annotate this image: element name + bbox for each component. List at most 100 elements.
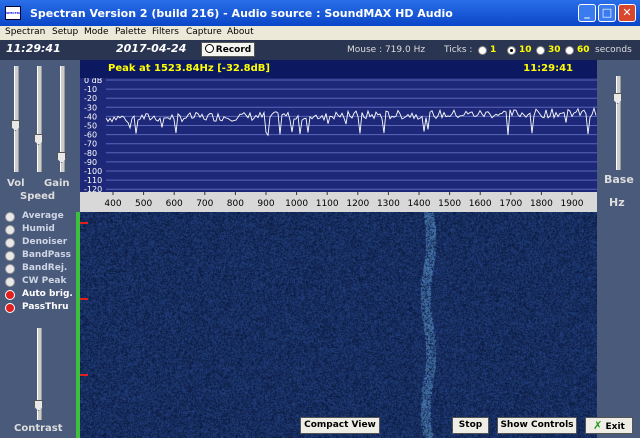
freq-tick-label: 900 [257,199,274,209]
filter-toggle-icon[interactable] [5,238,15,248]
vol-slider[interactable] [14,66,19,172]
tick-label-60: 60 [577,45,590,55]
waterfall-tick-mark [80,298,88,300]
menu-setup[interactable]: Setup [52,27,78,37]
filter-toggle-icon[interactable] [5,277,15,287]
vol-label: Vol [7,178,25,189]
maximize-button[interactable]: □ [598,4,616,22]
freq-tick-label: 700 [196,199,213,209]
db-tick-label: -80 [84,149,97,158]
clock-date: 2017-04-24 [116,42,187,55]
close-button[interactable]: ✕ [618,4,636,22]
frequency-axis: 400 500 600 700 800 900 1000 1100 1200 1300 1400 15… [80,192,597,212]
record-icon [204,44,214,53]
title-bar: SPECTRAN Spectran Version 2 (build 216) … [0,0,640,26]
menu-mode[interactable]: Mode [84,27,109,37]
exit-label: Exit [605,422,625,432]
spectrum-display[interactable]: 0 dB -10 -20 -30 -40 -50 -60 -70 -80 -90 -100 -110-… [80,60,597,192]
menu-filters[interactable]: Filters [152,27,179,37]
freq-tick-label: 1100 [316,199,339,209]
stop-button[interactable]: Stop [452,417,489,434]
tick-radio-60[interactable] [565,46,574,55]
filter-label: Denoiser [22,237,68,247]
filter-label: Humid [22,224,55,234]
clock-time: 11:29:41 [6,42,61,55]
waterfall-tick-mark [80,374,88,376]
show-controls-button[interactable]: Show Controls [497,417,577,434]
freq-tick-label: 1900 [561,199,584,209]
tick-radio-1[interactable] [478,46,487,55]
peak-readout: Peak at 1523.84Hz [-32.8dB] [108,63,270,74]
base-slider[interactable] [616,76,621,170]
seconds-label: seconds [595,45,632,55]
db-tick-label: -70 [84,140,97,149]
gain-label: Gain [44,178,70,189]
window-title: Spectran Version 2 (build 216) - Audio s… [30,7,453,20]
db-tick-label: -20 [84,94,97,103]
tick-radio-30[interactable] [536,46,545,55]
tick-radio-10[interactable] [507,46,516,55]
filter-label: BandPass [22,250,71,260]
speed-label: Speed [20,191,56,202]
filter-label: PassThru [22,302,69,312]
minimize-button[interactable]: _ [578,4,596,22]
tick-label-1: 1 [490,45,497,55]
tick-label-30: 30 [548,45,561,55]
freq-tick-label: 1500 [438,199,461,209]
spectrum-header: Peak at 1523.84Hz [-32.8dB] 11:29:41 [80,60,597,78]
freq-tick-label: 600 [166,199,183,209]
spectrum-trace [105,106,597,137]
filter-toggle-icon[interactable] [5,251,15,261]
db-tick-label: -40 [84,112,97,121]
exit-button[interactable]: ✗ Exit [585,417,633,434]
filter-label: Auto brig. [22,289,73,299]
menu-capture[interactable]: Capture [186,27,222,37]
db-tick-label: -90 [84,158,97,167]
filter-toggle-icon[interactable] [5,264,15,274]
freq-tick-label: 1300 [377,199,400,209]
menu-palette[interactable]: Palette [115,27,146,37]
waterfall-tick-mark [80,222,88,224]
menu-bar: Spectran Setup Mode Palette Filters Capt… [0,26,640,40]
app-icon: SPECTRAN [5,6,21,20]
freq-tick-label: 800 [227,199,244,209]
waterfall-canvas [80,212,597,438]
freq-tick-label: 1200 [346,199,369,209]
filter-toggle-icon[interactable] [5,303,15,313]
freq-tick-label: 500 [135,199,152,209]
gain-slider[interactable] [37,66,42,172]
freq-tick-label: 1400 [408,199,431,209]
freq-tick-label: 1000 [285,199,308,209]
freq-tick-label: 1700 [499,199,522,209]
db-tick-label: -60 [84,131,97,140]
contrast-label: Contrast [14,423,63,434]
ticks-label: Ticks : [444,45,473,55]
exit-running-man-icon: ✗ [593,419,603,432]
mouse-readout: Mouse : 719.0 Hz [347,45,426,55]
frequency-axis-ticks: 400 500 600 700 800 900 1000 1100 1200 1300 1400 15… [104,192,597,209]
freq-tick-label: 1800 [530,199,553,209]
filter-label: CW Peak [22,276,67,286]
db-tick-label: -10 [84,85,97,94]
menu-about[interactable]: About [227,27,254,37]
record-label: Record [215,45,252,55]
filter-toggle-icon[interactable] [5,212,15,222]
spectrum-plot: 0 dB-10-20-30-40-50-60-70-80-90-100-110-… [84,76,597,192]
compact-view-button[interactable]: Compact View [300,417,380,434]
tick-label-10: 10 [519,45,532,55]
waterfall-display[interactable] [80,212,597,438]
spectrum-time: 11:29:41 [523,63,573,74]
freq-tick-label: 400 [104,199,121,209]
freq-tick-label: 1600 [469,199,492,209]
filter-toggle-icon[interactable] [5,290,15,300]
db-tick-label: -30 [84,103,97,112]
filter-toggle-icon[interactable] [5,225,15,235]
menu-spectran[interactable]: Spectran [5,27,45,37]
filter-label: BandRej. [22,263,68,273]
db-tick-label: -100 [84,167,102,176]
db-tick-label: -50 [84,122,97,131]
db-tick-label: -110 [84,176,102,185]
hz-label: Hz [609,196,625,209]
db-tick-label: -120 [84,185,102,192]
record-button[interactable]: Record [201,42,255,57]
